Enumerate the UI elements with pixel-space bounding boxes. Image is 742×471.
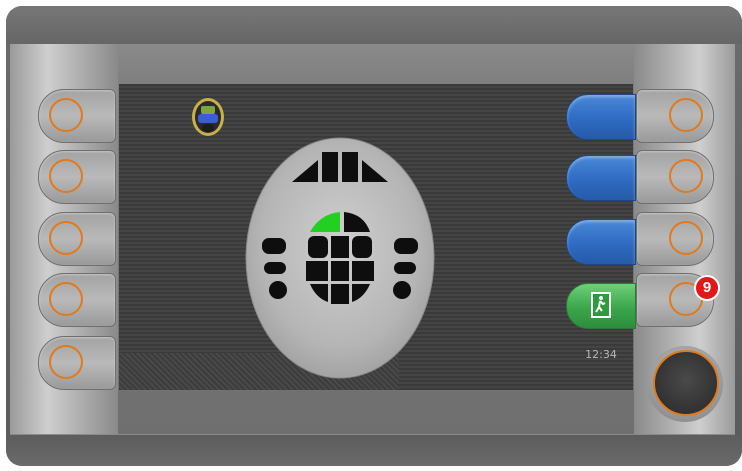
left-softkey-5[interactable] bbox=[38, 336, 116, 390]
left-softkey-3[interactable] bbox=[38, 212, 116, 266]
right-softkey-2[interactable] bbox=[636, 150, 714, 204]
softkey-ring-icon bbox=[49, 98, 83, 132]
rotary-knob[interactable] bbox=[653, 350, 719, 416]
top-housing-strip bbox=[6, 6, 742, 44]
left-softkey-2[interactable] bbox=[38, 150, 116, 204]
softkey-ring-icon bbox=[49, 159, 83, 193]
left-softkey-4[interactable] bbox=[38, 273, 116, 327]
emergency-exit-icon bbox=[591, 292, 611, 318]
softkey-ring-icon bbox=[669, 159, 703, 193]
softkey-ring-icon bbox=[669, 98, 703, 132]
clock-readout: 12:34 bbox=[585, 348, 617, 361]
screen-button-3[interactable] bbox=[566, 219, 636, 265]
screen-button-1[interactable] bbox=[566, 94, 636, 140]
left-softkey-1[interactable] bbox=[38, 89, 116, 143]
right-softkey-1[interactable] bbox=[636, 89, 714, 143]
softkey-ring-icon bbox=[49, 282, 83, 316]
softkey-ring-icon bbox=[49, 221, 83, 255]
bottom-housing-strip bbox=[6, 434, 742, 466]
screen-button-2[interactable] bbox=[566, 155, 636, 201]
softkey-ring-icon bbox=[49, 345, 83, 379]
right-softkey-3[interactable] bbox=[636, 212, 714, 266]
exit-button[interactable] bbox=[566, 283, 636, 329]
softkey-ring-icon bbox=[669, 221, 703, 255]
callout-number-badge: 9 bbox=[694, 275, 720, 301]
seat-layout-icon bbox=[240, 134, 440, 384]
diver-helmet-icon bbox=[190, 96, 226, 138]
